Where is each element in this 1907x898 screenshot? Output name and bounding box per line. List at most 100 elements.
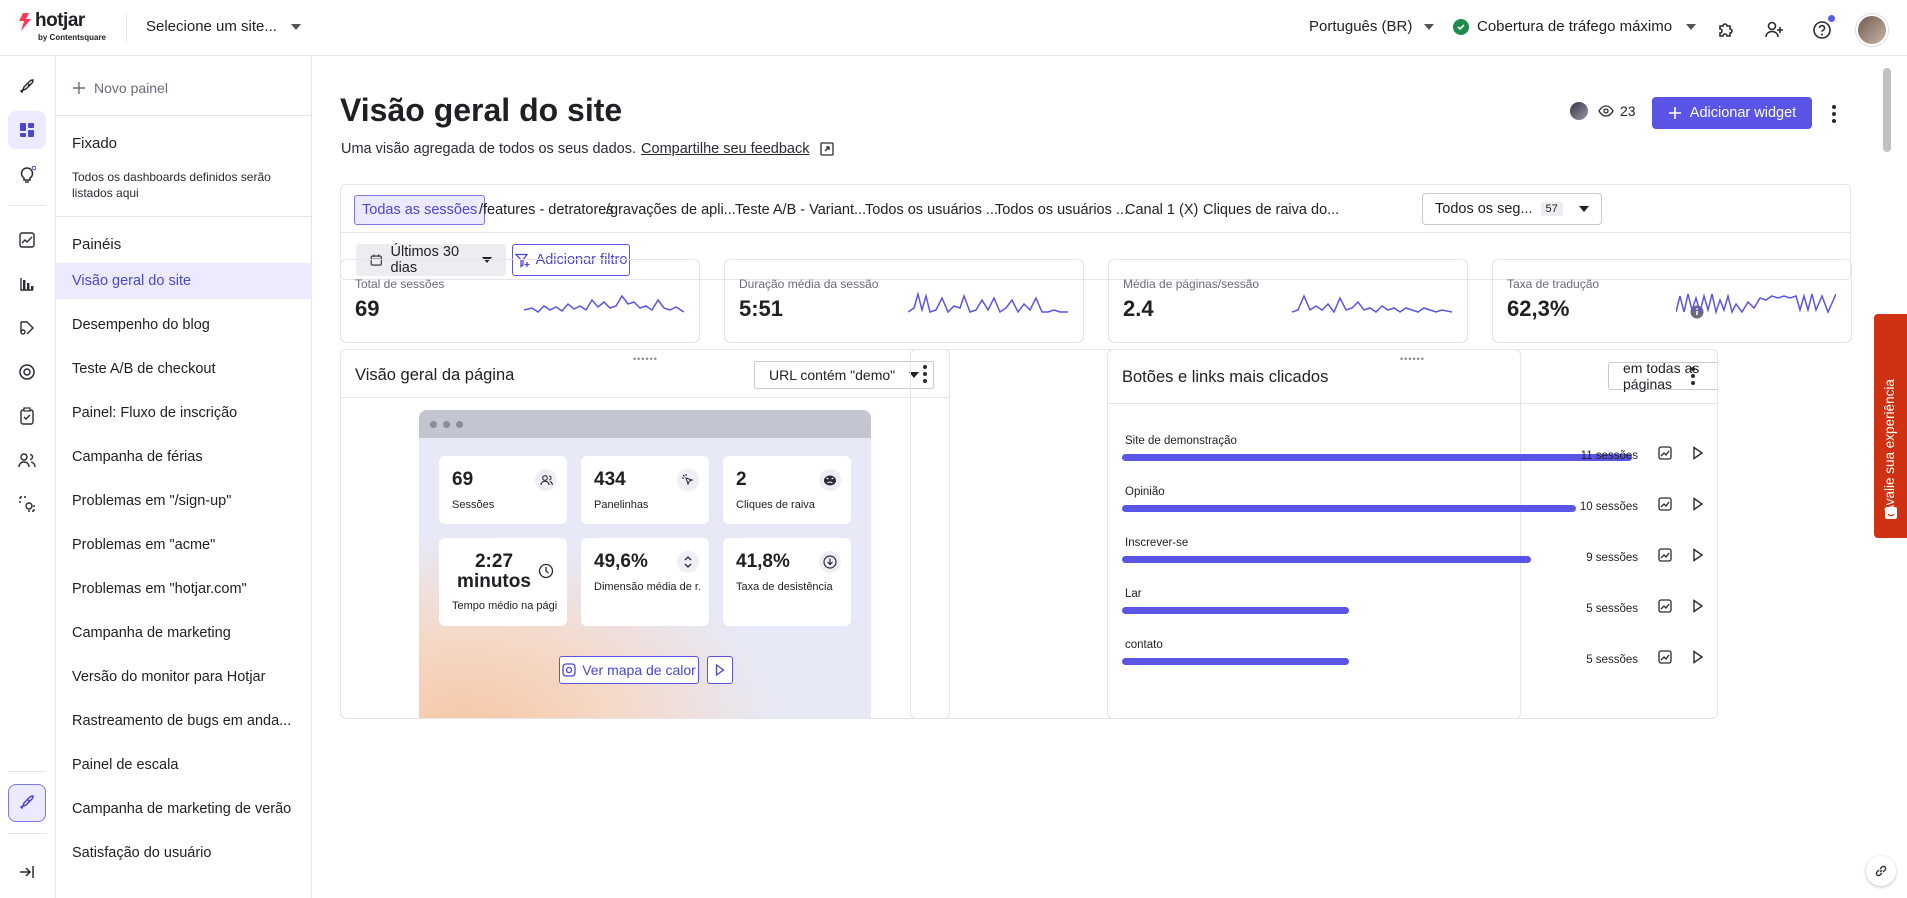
- sidebar-item[interactable]: Campanha de marketing de verão: [56, 791, 312, 827]
- more-options-icon[interactable]: [1824, 100, 1844, 128]
- kpi-total-sessions[interactable]: Total de sessões 69: [340, 259, 700, 343]
- collapse-sidebar-button[interactable]: [8, 853, 46, 891]
- language-selector[interactable]: Português (BR): [1309, 18, 1435, 35]
- play-icon[interactable]: [1692, 599, 1704, 613]
- new-panel-button[interactable]: Novo painel: [72, 80, 168, 96]
- tab-all-sessions[interactable]: Todas as sessões: [354, 195, 486, 225]
- widget-title: Visão geral da página: [355, 366, 515, 384]
- url-filter-dropdown[interactable]: URL contém "demo": [754, 361, 935, 389]
- drag-handle-icon[interactable]: ••••••: [1400, 354, 1425, 364]
- sidebar-item-label: Painel: Fluxo de inscrição: [72, 405, 238, 421]
- segment-tab[interactable]: /gravações de apli...: [606, 195, 736, 225]
- integrations-button[interactable]: [1712, 16, 1740, 44]
- metric-label: Cliques de raiva: [736, 499, 815, 511]
- subtitle-text: Uma visão agregada de todos os seus dado…: [341, 141, 637, 157]
- segment-tab[interactable]: Canal 1 (X): [1125, 195, 1198, 225]
- funnels-icon: [20, 278, 34, 291]
- insights-nav[interactable]: [8, 156, 46, 194]
- site-selector[interactable]: Selecione um site...: [146, 18, 301, 35]
- sidebar-item[interactable]: Rastreamento de bugs em anda...: [56, 703, 312, 739]
- traffic-coverage-selector[interactable]: Cobertura de tráfego máximo: [1453, 18, 1697, 35]
- metric-card-sessions: 69 Sessões: [439, 456, 567, 524]
- all-segments-dropdown[interactable]: Todos os seg... 57: [1422, 193, 1602, 225]
- sidebar-item[interactable]: Teste A/B de checkout: [56, 351, 312, 387]
- surveys-nav[interactable]: [8, 397, 46, 435]
- kpi-avg-session-duration[interactable]: Duração média da sessão 5:51: [724, 259, 1084, 343]
- sidebar-item[interactable]: Painel de escala: [56, 747, 312, 783]
- sidebar-item[interactable]: Versão do monitor para Hotjar: [56, 659, 312, 695]
- trends-nav[interactable]: [8, 221, 46, 259]
- page-subtitle: Uma visão agregada de todos os seus dado…: [341, 141, 834, 157]
- session-bar: [1122, 607, 1349, 614]
- tab-label: /gravações de apli...: [606, 202, 736, 218]
- help-button[interactable]: [1808, 14, 1836, 44]
- page-scrollbar[interactable]: [1880, 56, 1894, 898]
- kpi-translation-rate[interactable]: Taxa de tradução 62,3%: [1492, 259, 1852, 343]
- metric-label: Panelinhas: [594, 499, 649, 511]
- play-recordings-button[interactable]: [707, 656, 733, 684]
- sidebar-item[interactable]: Satisfação do usuário: [56, 835, 312, 871]
- share-feedback-link[interactable]: Compartilhe seu feedback: [641, 141, 809, 157]
- avatar[interactable]: [1856, 14, 1888, 46]
- trend-icon[interactable]: [1658, 599, 1672, 613]
- trend-icon[interactable]: [1658, 650, 1672, 664]
- kpi-avg-pages-per-session[interactable]: Média de páginas/sessão 2.4: [1108, 259, 1468, 343]
- chevron-down-icon: [1686, 23, 1697, 30]
- funnels-nav[interactable]: [8, 265, 46, 303]
- recordings-nav[interactable]: [8, 309, 46, 347]
- sidebar-item[interactable]: Campanha de férias: [56, 439, 312, 475]
- sidebar-item[interactable]: Problemas em "/sign-up": [56, 483, 312, 519]
- page-preview-mockup: 69 Sessões 434 Panelinhas 2 Cliques de r…: [419, 410, 871, 718]
- sidebar-item[interactable]: Problemas em "acme": [56, 527, 312, 563]
- kpi-value: 2.4: [1123, 296, 1154, 321]
- scroll-icon: [677, 551, 699, 573]
- sidebar-item[interactable]: Desempenho do blog: [56, 307, 312, 343]
- sidebar-item[interactable]: Campanha de marketing: [56, 615, 312, 651]
- sidebar-item-label: Problemas em "hotjar.com": [72, 581, 247, 597]
- sidebar-item-site-overview[interactable]: Visão geral do site: [56, 263, 312, 299]
- get-started-nav[interactable]: [8, 68, 46, 106]
- drag-handle-icon[interactable]: ••••••: [633, 354, 658, 364]
- segment-tab[interactable]: Cliques de raiva do...: [1203, 195, 1339, 225]
- segment-tab[interactable]: /features - detratores: [479, 195, 614, 225]
- view-heatmap-button[interactable]: Ver mapa de calor: [559, 656, 699, 684]
- metric-label: Sessões: [452, 499, 495, 511]
- heatmaps-nav[interactable]: [8, 353, 46, 391]
- sidebar-item[interactable]: Problemas em "hotjar.com": [56, 571, 312, 607]
- invite-user-button[interactable]: [1760, 16, 1788, 44]
- pinned-heading: Fixado: [72, 135, 118, 152]
- users-nav[interactable]: [8, 441, 46, 479]
- clicked-element-row: Site de demonstração 11 sessões: [1122, 435, 1712, 475]
- viewers-indicator[interactable]: 23: [1570, 102, 1636, 120]
- lightbulb-icon: [20, 166, 36, 183]
- engage-nav[interactable]: [8, 485, 46, 523]
- trend-icon[interactable]: [1658, 446, 1672, 460]
- hotjar-logo[interactable]: hotjar by Contentsquare: [18, 10, 118, 46]
- trend-icon[interactable]: [1658, 548, 1672, 562]
- segment-tab[interactable]: Teste A/B - Variant...: [735, 195, 866, 225]
- segment-tab[interactable]: Todos os usuários ...: [995, 195, 1128, 225]
- element-label: Site de demonstração: [1125, 435, 1237, 447]
- top-bar: hotjar by Contentsquare Selecione um sit…: [0, 0, 1907, 56]
- metric-card-clicks: 434 Panelinhas: [581, 456, 709, 524]
- kpi-label: Média de páginas/sessão: [1123, 277, 1260, 291]
- play-icon[interactable]: [1692, 446, 1704, 460]
- surveys-icon: [20, 407, 34, 425]
- add-widget-button[interactable]: Adicionar widget: [1652, 97, 1812, 129]
- play-icon: [715, 664, 725, 676]
- play-icon[interactable]: [1692, 548, 1704, 562]
- get-started-shortcut[interactable]: [8, 784, 46, 822]
- more-options-icon[interactable]: [1683, 362, 1703, 390]
- play-icon[interactable]: [1692, 497, 1704, 511]
- copy-link-button[interactable]: [1866, 856, 1896, 886]
- viewer-avatar: [1570, 102, 1588, 120]
- play-icon[interactable]: [1692, 650, 1704, 664]
- dashboards-nav[interactable]: [8, 111, 46, 149]
- hotjar-flame-icon: [19, 13, 31, 31]
- sparkline: [1292, 294, 1452, 314]
- engage-icon: [19, 496, 35, 512]
- page-overview-widget: •••••• Visão geral da página URL contém …: [340, 349, 950, 719]
- sidebar-item[interactable]: Painel: Fluxo de inscrição: [56, 395, 312, 431]
- trend-icon[interactable]: [1658, 497, 1672, 511]
- segment-tab[interactable]: Todos os usuários ...: [865, 195, 998, 225]
